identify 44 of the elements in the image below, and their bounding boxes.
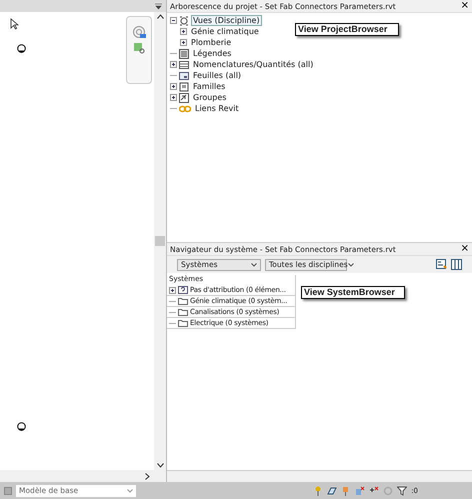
help-folder-icon [178,285,188,295]
tree-item[interactable]: Liens Revit [193,103,241,114]
expand-toggle[interactable] [170,94,177,101]
callout-label: View ProjectBrowser [295,23,399,36]
callout-label: View SystemBrowser [301,286,405,299]
tree-item[interactable]: Feuilles (all) [191,70,244,81]
views-icon [179,16,189,26]
tree-item[interactable]: Vues (Discipline) [191,15,262,26]
tree-item[interactable]: Génie climatique [189,26,261,37]
chevron-down-icon [251,262,257,266]
expand-toggle[interactable] [170,61,177,68]
chevron-down-icon [348,262,354,266]
filter-icon[interactable] [397,486,408,496]
dropdown-icon[interactable] [155,2,162,10]
tree-item[interactable]: Légendes [191,48,234,59]
tree-item[interactable]: Plomberie [189,37,234,48]
chevron-down-icon [127,488,133,492]
scrollbar-thumb[interactable] [155,236,165,246]
expand-toggle[interactable] [169,286,176,294]
sheet-icon [179,70,189,80]
scroll-up-icon[interactable] [156,14,164,19]
table-icon [179,60,189,70]
close-button[interactable]: × [460,1,469,11]
level-marker-icon [17,44,26,55]
family-icon [179,82,189,92]
link-icon [179,104,191,112]
level-marker-icon [17,422,26,433]
tree-item[interactable]: Groupes [191,92,228,103]
group-icon [179,92,189,102]
expand-toggle[interactable] [180,28,187,35]
tree-item[interactable]: Familles [191,81,228,92]
unlink-icon[interactable] [355,486,366,496]
cursor-icon [10,18,19,30]
columns-icon[interactable] [451,259,462,270]
scroll-down-icon[interactable] [156,463,164,468]
scroll-right-icon[interactable] [145,472,150,480]
diagram-icon[interactable] [436,259,447,270]
collapse-toggle[interactable] [170,17,177,24]
tree-item[interactable]: Nomenclatures/Quantités (all) [191,59,316,70]
expand-toggle[interactable] [180,39,187,46]
close-button[interactable]: × [460,244,469,254]
legend-icon [179,48,189,58]
workset-icon [4,486,12,494]
expand-toggle[interactable] [170,83,177,90]
